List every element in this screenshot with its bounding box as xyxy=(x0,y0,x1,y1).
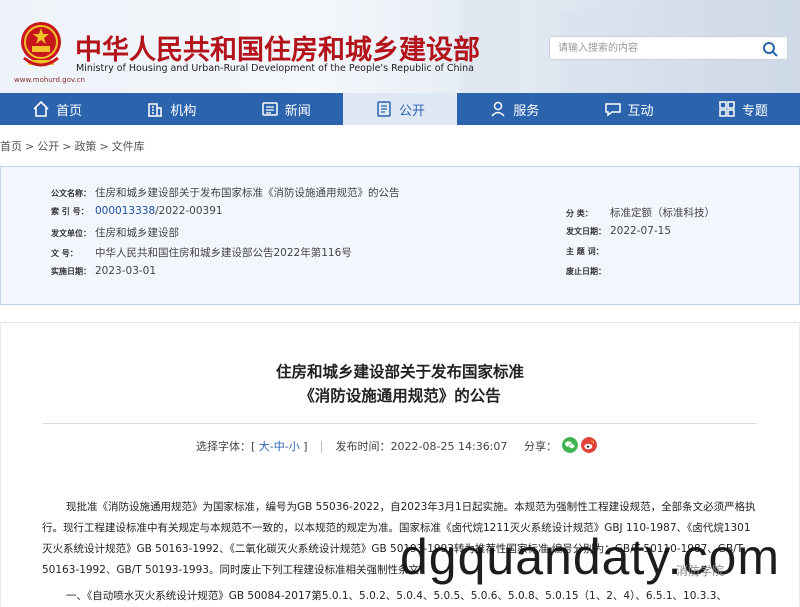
info-category: 分 类： 标准定额（标准科技） xyxy=(566,207,715,219)
article-meta: 选择字体：[ 大-中-小 ] 发布时间：2022-08-25 14:36:07 xyxy=(196,440,508,453)
article-title-line1: 住房和城乡建设部关于发布国家标准 xyxy=(275,363,524,381)
nav-item-organization[interactable]: 机构 xyxy=(114,93,228,125)
nav-label: 公开 xyxy=(398,103,425,119)
font-size-small[interactable]: 小 xyxy=(289,440,300,453)
nav-label: 专题 xyxy=(741,103,768,119)
info-issuer: 发文单位： 住房和城乡建设部 xyxy=(51,227,179,239)
nav-label: 互动 xyxy=(627,103,654,119)
info-doc-name: 公文名称： 住房和城乡建设部关于发布国家标准《消防设施通用规范》的公告 xyxy=(51,187,400,199)
document-icon xyxy=(377,101,391,117)
nav-label: 首页 xyxy=(56,103,83,119)
meta-divider xyxy=(321,441,323,453)
nav-item-topic[interactable]: 专题 xyxy=(686,93,800,125)
newspaper-icon xyxy=(261,102,278,116)
font-size-medium[interactable]: 中 xyxy=(274,440,285,453)
article-list-item: 一、《自动喷水灭火系统设计规范》GB 50084-2017第5.0.1、5.0.… xyxy=(66,590,727,602)
search-box xyxy=(549,36,788,60)
breadcrumb-library[interactable]: 文件库 xyxy=(112,140,145,153)
font-size-large[interactable]: 大 xyxy=(259,440,270,453)
info-subject: 主 题 词： xyxy=(566,247,604,256)
document-info-box: 公文名称： 住房和城乡建设部关于发布国家标准《消防设施通用规范》的公告 索 引 号… xyxy=(0,166,800,305)
site-subtitle: Ministry of Housing and Urban-Rural Deve… xyxy=(76,63,475,74)
service-icon xyxy=(491,101,505,117)
info-pub-date: 发文日期： 2022-07-15 xyxy=(566,225,672,237)
breadcrumb-policy[interactable]: 政策 xyxy=(74,140,96,153)
share-label: 分享： xyxy=(524,440,557,453)
nav-label: 机构 xyxy=(170,103,197,119)
nav-item-interaction[interactable]: 互动 xyxy=(571,93,685,125)
wechat-icon[interactable] xyxy=(562,437,578,453)
nav-label: 服务 xyxy=(513,103,540,119)
divider xyxy=(42,423,757,424)
nav-item-service[interactable]: 服务 xyxy=(457,93,571,125)
search-input[interactable] xyxy=(558,40,748,56)
nav-item-home[interactable]: 首页 xyxy=(0,93,114,125)
watermark-badge: 消防学院 xyxy=(676,564,725,578)
info-abolish-date: 废止日期： xyxy=(566,267,606,276)
national-emblem-icon[interactable] xyxy=(18,20,64,72)
weibo-icon[interactable] xyxy=(581,437,597,453)
breadcrumb-public[interactable]: 公开 xyxy=(37,140,59,153)
info-index: 索 引 号： 000013338/2022-00391 xyxy=(51,205,223,217)
site-url: www.mohurd.gov.cn xyxy=(14,76,85,84)
nav-item-news[interactable]: 新闻 xyxy=(229,93,343,125)
site-header: www.mohurd.gov.cn 中华人民共和国住房和城乡建设部 Minist… xyxy=(0,0,800,93)
article-title-line2: 《消防设施通用规范》的公告 xyxy=(299,387,501,405)
nav-label: 新闻 xyxy=(284,103,311,119)
breadcrumb-home[interactable]: 首页 xyxy=(0,140,22,153)
topic-icon xyxy=(719,101,735,117)
nav-item-public[interactable]: 公开 xyxy=(342,93,458,125)
search-icon[interactable] xyxy=(761,40,779,58)
info-effective-date: 实施日期： 2023-03-01 xyxy=(51,265,157,277)
publish-time: 2022-08-25 14:36:07 xyxy=(390,440,508,453)
chat-icon xyxy=(604,103,621,117)
building-icon xyxy=(148,103,163,117)
breadcrumb: 首页 > 公开 > 政策 > 文件库 xyxy=(0,140,145,153)
site-title[interactable]: 中华人民共和国住房和城乡建设部 xyxy=(75,28,480,67)
home-icon xyxy=(33,100,49,117)
info-docno: 文 号： 中华人民共和国住房和城乡建设部公告2022年第116号 xyxy=(51,247,352,259)
main-nav: 首页 机构 新闻 公开 服务 互动 专题 xyxy=(0,93,800,125)
